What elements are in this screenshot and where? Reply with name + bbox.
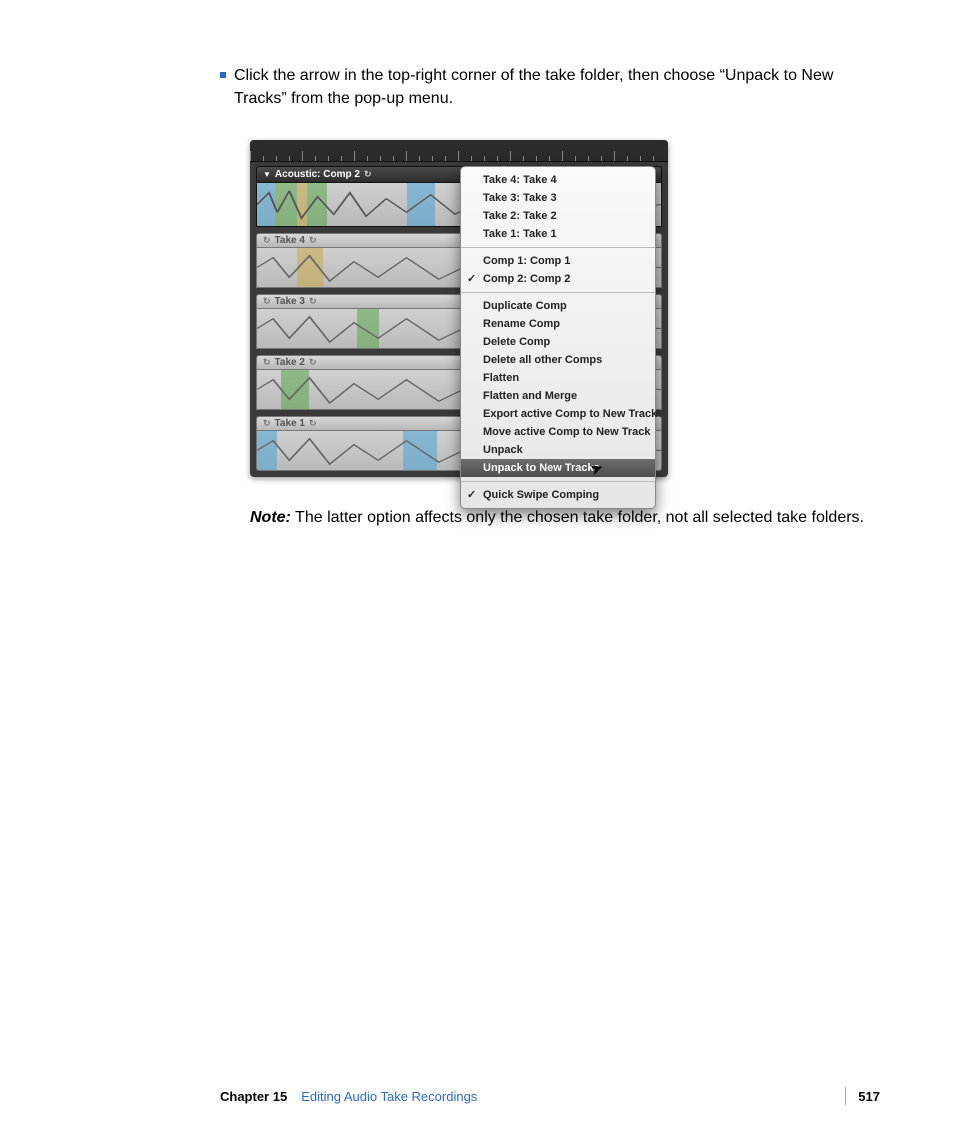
popup-item-label: Unpack xyxy=(483,444,523,456)
popup-item-label: Delete all other Comps xyxy=(483,354,602,366)
popup-action-item[interactable]: Rename Comp xyxy=(461,315,655,333)
loop-icon: ↻ xyxy=(309,235,317,246)
checkmark-icon: ✓ xyxy=(467,488,476,501)
popup-take-item[interactable]: Take 2: Take 2 xyxy=(461,207,655,225)
popup-item-label: Flatten xyxy=(483,372,519,384)
note-text: The latter option affects only the chose… xyxy=(295,509,864,526)
popup-item-label: Take 1: Take 1 xyxy=(483,228,557,240)
popup-action-item[interactable]: Move active Comp to New Track xyxy=(461,423,655,441)
popup-action-item[interactable]: Duplicate Comp xyxy=(461,297,655,315)
popup-item-label: Comp 1: Comp 1 xyxy=(483,255,570,267)
take-label-left: Take 1 xyxy=(275,418,305,429)
popup-item-label: Unpack to New Tracks xyxy=(483,462,600,474)
popup-action-item[interactable]: Export active Comp to New Track xyxy=(461,405,655,423)
popup-action-item[interactable]: Delete Comp xyxy=(461,333,655,351)
popup-item-label: Flatten and Merge xyxy=(483,390,577,402)
popup-item-label: Rename Comp xyxy=(483,318,560,330)
note-paragraph: Note: The latter option affects only the… xyxy=(250,507,880,529)
loop-icon: ↻ xyxy=(263,418,271,429)
popup-comp-item[interactable]: ✓ Comp 2: Comp 2 xyxy=(461,270,655,288)
take-label-left: Take 4 xyxy=(275,235,305,246)
screenshot-figure: ▼ Acoustic: Comp 2 ↻ ↻Take 4↻Take xyxy=(250,140,668,477)
take-label-left: Take 2 xyxy=(275,357,305,368)
popup-item-label: Take 2: Take 2 xyxy=(483,210,557,222)
popup-separator xyxy=(461,481,655,482)
note-label: Note: xyxy=(250,509,291,526)
take-label-left: Take 3 xyxy=(275,296,305,307)
footer-title: Editing Audio Take Recordings xyxy=(301,1089,477,1104)
popup-separator xyxy=(461,247,655,248)
take-folder-popup-menu: Take 4: Take 4 Take 3: Take 3 Take 2: Take… xyxy=(460,166,656,509)
popup-action-item[interactable]: Unpack to New Tracks➤ xyxy=(461,459,655,477)
popup-action-item[interactable]: Delete all other Comps xyxy=(461,351,655,369)
popup-item-label: Comp 2: Comp 2 xyxy=(483,273,570,285)
bullet-icon xyxy=(220,72,226,78)
footer-chapter: Chapter 15 xyxy=(220,1089,287,1104)
popup-take-item[interactable]: Take 3: Take 3 xyxy=(461,189,655,207)
popup-item-label: Delete Comp xyxy=(483,336,550,348)
popup-action-item[interactable]: Flatten and Merge xyxy=(461,387,655,405)
popup-item-label: Take 4: Take 4 xyxy=(483,174,557,186)
loop-icon: ↻ xyxy=(263,235,271,246)
instruction-text: Click the arrow in the top-right corner … xyxy=(234,64,880,110)
loop-icon: ↻ xyxy=(309,296,317,307)
page-footer: Chapter 15 Editing Audio Take Recordings… xyxy=(220,1087,880,1105)
popup-separator xyxy=(461,292,655,293)
loop-icon: ↻ xyxy=(309,357,317,368)
loop-icon: ↻ xyxy=(263,296,271,307)
popup-item-label: Export active Comp to New Track xyxy=(483,408,657,420)
disclosure-triangle-icon[interactable]: ▼ xyxy=(263,170,271,179)
popup-action-item[interactable]: Unpack xyxy=(461,441,655,459)
popup-toggle-item[interactable]: ✓ Quick Swipe Comping xyxy=(461,486,655,504)
take-folder-title: Acoustic: Comp 2 xyxy=(275,169,360,180)
popup-item-label: Take 3: Take 3 xyxy=(483,192,557,204)
checkmark-icon: ✓ xyxy=(467,272,476,285)
popup-comp-item[interactable]: Comp 1: Comp 1 xyxy=(461,252,655,270)
timeline-ruler xyxy=(250,140,668,162)
loop-icon: ↻ xyxy=(309,418,317,429)
popup-action-item[interactable]: Flatten xyxy=(461,369,655,387)
instruction-bullet: Click the arrow in the top-right corner … xyxy=(220,64,880,110)
popup-item-label: Duplicate Comp xyxy=(483,300,567,312)
footer-divider xyxy=(845,1087,846,1105)
loop-icon: ↻ xyxy=(263,357,271,368)
loop-icon: ↻ xyxy=(364,169,372,180)
popup-take-item[interactable]: Take 1: Take 1 xyxy=(461,225,655,243)
popup-item-label: Quick Swipe Comping xyxy=(483,489,599,501)
footer-page-number: 517 xyxy=(858,1089,880,1104)
popup-item-label: Move active Comp to New Track xyxy=(483,426,651,438)
popup-take-item[interactable]: Take 4: Take 4 xyxy=(461,171,655,189)
